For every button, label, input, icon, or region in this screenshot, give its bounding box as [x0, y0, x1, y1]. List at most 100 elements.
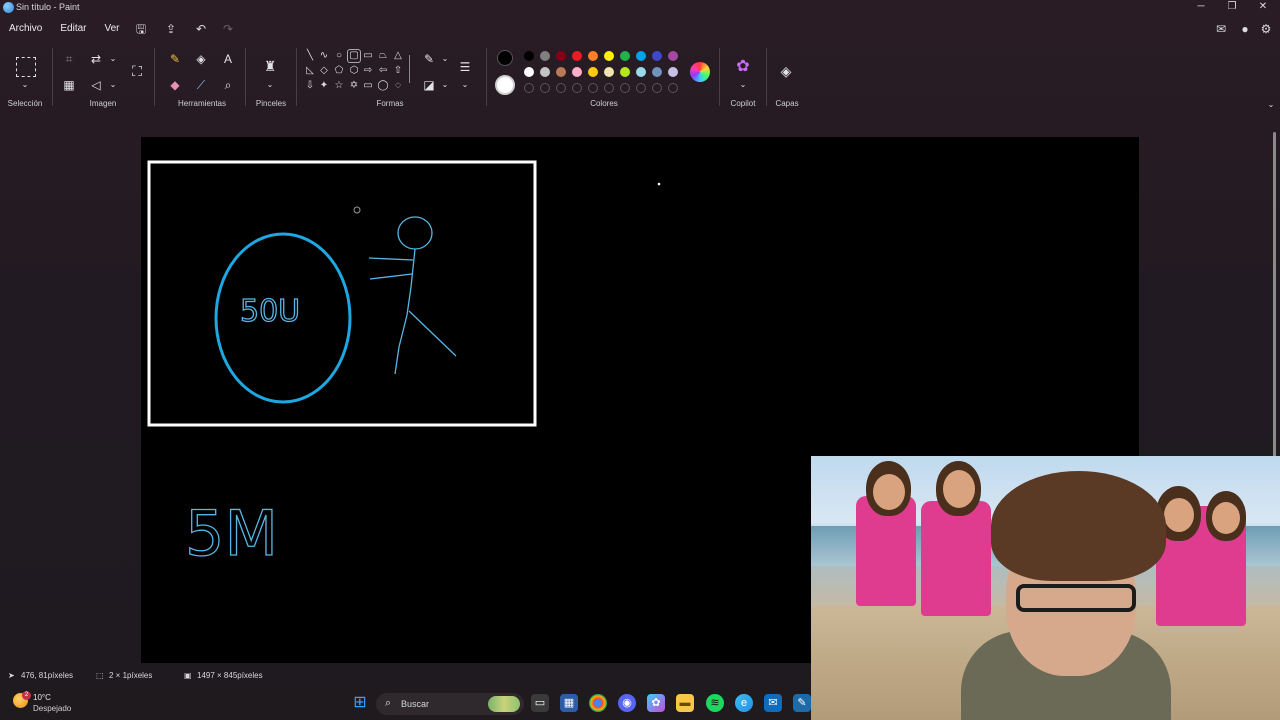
arrow-down-shape-icon[interactable]: ⇩ — [304, 80, 316, 92]
rotate-icon[interactable]: ◁ — [87, 76, 105, 94]
diamond-shape-icon[interactable]: ◇ — [318, 65, 330, 77]
text-tool-icon[interactable]: A — [219, 50, 237, 68]
collapse-ribbon-icon[interactable]: ⌄ — [1262, 96, 1280, 114]
shapes-scroll[interactable] — [409, 55, 410, 83]
oval-shape-icon[interactable]: ○ — [333, 50, 345, 62]
resize-icon[interactable]: ⇄ — [87, 50, 105, 68]
chevron-down-icon[interactable]: ⌄ — [16, 76, 34, 94]
star-five-shape-icon[interactable]: ☆ — [333, 80, 345, 92]
secondary-color-swatch[interactable] — [495, 75, 515, 95]
color-swatch[interactable] — [524, 67, 534, 77]
color-swatch[interactable] — [588, 67, 598, 77]
color-swatch[interactable] — [604, 51, 614, 61]
edge-icon[interactable]: e — [735, 694, 753, 712]
layers-icon[interactable]: ◈ — [777, 62, 795, 80]
account-icon[interactable]: ● — [1237, 21, 1253, 37]
color-swatch[interactable] — [620, 51, 630, 61]
copilot-icon[interactable]: ✿ — [733, 58, 753, 78]
color-swatch[interactable] — [652, 67, 662, 77]
custom-color-slot[interactable] — [668, 83, 678, 93]
curve-shape-icon[interactable]: ∿ — [318, 50, 330, 62]
chevron-down-icon[interactable]: ⌄ — [734, 76, 752, 94]
menu-archivo[interactable]: Archivo — [0, 18, 51, 40]
chrome-icon[interactable] — [589, 694, 607, 712]
task-view-icon[interactable]: ▭ — [531, 694, 549, 712]
triangle-shape-icon[interactable]: △ — [392, 50, 404, 62]
minimize-button[interactable]: ─ — [1186, 0, 1216, 16]
chevron-down-icon[interactable]: ⌄ — [456, 76, 474, 94]
custom-color-slot[interactable] — [524, 83, 534, 93]
star-four-shape-icon[interactable]: ✦ — [318, 80, 330, 92]
chevron-down-icon[interactable]: ⌄ — [104, 50, 122, 68]
menu-ver[interactable]: Ver — [95, 18, 128, 40]
color-swatch[interactable] — [620, 67, 630, 77]
start-windows-icon[interactable]: ⊞ — [351, 694, 369, 712]
custom-color-slot[interactable] — [620, 83, 630, 93]
rectangle-shape-icon[interactable]: ▢ — [347, 49, 361, 63]
color-swatch[interactable] — [524, 51, 534, 61]
redo-icon[interactable]: ↷ — [220, 21, 236, 37]
discord-icon[interactable]: ◉ — [618, 694, 636, 712]
search-placeholder[interactable]: Buscar — [401, 699, 429, 709]
star-six-shape-icon[interactable]: ✡ — [348, 80, 360, 92]
crop-icon[interactable]: ⌗ — [60, 50, 78, 68]
custom-color-slot[interactable] — [652, 83, 662, 93]
color-swatch[interactable] — [572, 67, 582, 77]
remove-background-icon[interactable]: ▦ — [60, 76, 78, 94]
chevron-down-icon[interactable]: ⌄ — [104, 76, 122, 94]
copilot-taskbar-icon[interactable]: ✿ — [647, 694, 665, 712]
widgets-store-icon[interactable]: ▦ — [560, 694, 578, 712]
feedback-icon[interactable]: ✉ — [1213, 21, 1229, 37]
color-picker-icon[interactable]: ⟋ — [192, 76, 210, 94]
color-swatch[interactable] — [636, 67, 646, 77]
callout-cloud-shape-icon[interactable]: ◌ — [392, 80, 404, 92]
primary-color-swatch[interactable] — [497, 50, 513, 66]
eraser-icon[interactable]: ◆ — [166, 76, 184, 94]
arrow-right-shape-icon[interactable]: ⇨ — [362, 65, 374, 77]
undo-icon[interactable]: ↶ — [193, 21, 209, 37]
chevron-down-icon[interactable]: ⌄ — [436, 50, 454, 68]
settings-gear-icon[interactable]: ⚙ — [1258, 21, 1274, 37]
weather-temperature[interactable]: 10°C — [33, 693, 51, 702]
color-swatch[interactable] — [636, 51, 646, 61]
rounded-rectangle-shape-icon[interactable]: ▭ — [362, 50, 374, 62]
image-select-icon[interactable]: ⛶ — [128, 62, 146, 80]
color-swatch[interactable] — [556, 51, 566, 61]
arrow-up-shape-icon[interactable]: ⇧ — [392, 65, 404, 77]
save-icon[interactable]: 🖫 — [133, 21, 149, 37]
arrow-left-shape-icon[interactable]: ⇦ — [377, 65, 389, 77]
shape-style-icon[interactable]: ☰ — [456, 58, 474, 76]
select-rectangle-icon[interactable] — [16, 57, 36, 77]
mail-icon[interactable]: ✉ — [764, 694, 782, 712]
right-triangle-shape-icon[interactable]: ◺ — [304, 65, 316, 77]
brush-icon[interactable]: ♜ — [261, 57, 279, 75]
paint-taskbar-icon[interactable]: ✎ — [793, 694, 811, 712]
share-icon[interactable]: ⇪ — [163, 21, 179, 37]
color-swatch[interactable] — [572, 51, 582, 61]
color-swatch[interactable] — [540, 67, 550, 77]
magnifier-icon[interactable]: ⌕ — [219, 76, 237, 94]
spotify-icon[interactable]: ≋ — [706, 694, 724, 712]
custom-color-slot[interactable] — [556, 83, 566, 93]
color-swatch[interactable] — [652, 51, 662, 61]
close-button[interactable]: ✕ — [1248, 0, 1278, 16]
color-swatch[interactable] — [668, 67, 678, 77]
custom-color-slot[interactable] — [604, 83, 614, 93]
color-swatch[interactable] — [556, 67, 566, 77]
custom-color-slot[interactable] — [588, 83, 598, 93]
color-swatch[interactable] — [588, 51, 598, 61]
callout-rect-shape-icon[interactable]: ▭ — [362, 80, 374, 92]
edit-colors-icon[interactable] — [690, 62, 710, 82]
menu-editar[interactable]: Editar — [51, 18, 95, 40]
chevron-down-icon[interactable]: ⌄ — [261, 76, 279, 94]
file-explorer-icon[interactable]: ▬ — [676, 694, 694, 712]
chevron-down-icon[interactable]: ⌄ — [436, 76, 454, 94]
weather-condition[interactable]: Despejado — [33, 704, 71, 713]
maximize-button[interactable]: ❐ — [1217, 0, 1247, 16]
callout-oval-shape-icon[interactable]: ◯ — [377, 80, 389, 92]
color-swatch[interactable] — [668, 51, 678, 61]
color-swatch[interactable] — [540, 51, 550, 61]
line-shape-icon[interactable]: ╲ — [304, 50, 316, 62]
custom-color-slot[interactable] — [636, 83, 646, 93]
fill-bucket-icon[interactable]: ◈ — [192, 50, 210, 68]
